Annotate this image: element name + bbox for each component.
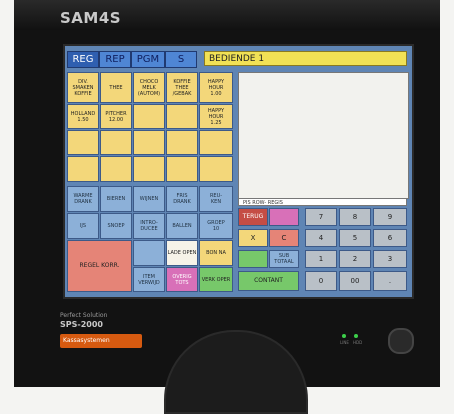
green-blank-key[interactable] <box>238 250 268 268</box>
plu-pitcher[interactable]: PITCHER 12.00 <box>100 104 132 129</box>
x-multiply-button[interactable]: X <box>238 229 268 247</box>
plu-happy-hour-125[interactable]: HAPPY HOUR 1.25 <box>199 104 233 129</box>
plu-thee[interactable]: THEE <box>100 72 132 103</box>
info-bar: PIS ROW- REGIS <box>238 198 407 206</box>
plu-holland[interactable]: HOLLAND 1.50 <box>67 104 99 129</box>
cat-ijs[interactable]: IJS <box>67 213 99 239</box>
plu-empty-r4c1[interactable] <box>67 156 99 182</box>
tab-s[interactable]: S <box>165 51 197 68</box>
operator-display: BEDIENDE 1 <box>204 51 407 66</box>
model-small-label: Perfect Solution <box>60 312 108 319</box>
clear-button[interactable]: C <box>269 229 299 247</box>
plu-koffie-thee-gebak[interactable]: KOFFIE THEE/GEBAK <box>166 72 198 103</box>
item-void-button[interactable]: ITEM VERWIJD <box>133 267 165 292</box>
model-label: SPS-2000 <box>60 320 103 329</box>
plu-div-smaken-koffie[interactable]: DIV. SMAKEN KOFFIE <box>67 72 99 103</box>
cat-introducee[interactable]: INTRO- DUCEE <box>133 213 165 239</box>
key-5[interactable]: 5 <box>339 229 371 247</box>
terug-button[interactable]: TERUG <box>238 208 268 226</box>
cat-wijnen[interactable]: WIJNEN <box>133 186 165 212</box>
plu-empty-r3c2[interactable] <box>100 130 132 155</box>
contant-button[interactable]: CONTANT <box>238 271 299 291</box>
plu-empty-r3c5[interactable] <box>199 130 233 155</box>
lower-dial-housing <box>164 330 308 414</box>
cat-snoep[interactable]: SNOEP <box>100 213 132 239</box>
led-label-hdd: HDD <box>353 340 363 345</box>
cat-reuken[interactable]: REU- KEN <box>199 186 233 212</box>
brand-logo: SAM4S <box>60 9 122 27</box>
cat-groep-10[interactable]: GROEP 10 <box>199 213 233 239</box>
led-label-line: LINE <box>340 340 349 345</box>
plu-choco-melk[interactable]: CHOCO MELK (AUTOM) <box>133 72 165 103</box>
key-1[interactable]: 1 <box>305 250 337 268</box>
plu-empty-1[interactable] <box>133 104 165 129</box>
overig-totaal-button[interactable]: OVERIG TOTS <box>166 267 198 292</box>
power-button[interactable] <box>388 328 414 354</box>
regel-korr-button[interactable]: REGEL KORR. <box>67 240 132 292</box>
plu-empty-r4c2[interactable] <box>100 156 132 182</box>
magenta-blank-key[interactable] <box>269 208 299 226</box>
touch-screen: REG REP PGM S BEDIENDE 1 DIV. SMAKEN KOFFI… <box>63 44 414 299</box>
plu-happy-hour-100[interactable]: HAPPY HOUR 1.00 <box>199 72 233 103</box>
subtotaal-button[interactable]: SUB TOTAAL <box>269 250 299 268</box>
key-7[interactable]: 7 <box>305 208 337 226</box>
key-2[interactable]: 2 <box>339 250 371 268</box>
verk-oper-button[interactable]: VERK OPER <box>199 267 233 292</box>
receipt-display <box>238 72 409 199</box>
key-00[interactable]: 00 <box>339 271 371 291</box>
plu-empty-r4c4[interactable] <box>166 156 198 182</box>
tab-pgm[interactable]: PGM <box>131 51 165 68</box>
cat-bieren[interactable]: BIEREN <box>100 186 132 212</box>
key-decimal[interactable]: . <box>373 271 407 291</box>
dealer-sticker: Kassasystemen <box>60 334 142 348</box>
key-8[interactable]: 8 <box>339 208 371 226</box>
plu-empty-2[interactable] <box>166 104 198 129</box>
key-0[interactable]: 0 <box>305 271 337 291</box>
key-3[interactable]: 3 <box>373 250 407 268</box>
cat-ballen[interactable]: BALLEN <box>166 213 198 239</box>
bon-na-button[interactable]: BON NA <box>199 240 233 266</box>
tab-reg[interactable]: REG <box>67 51 99 68</box>
tab-rep[interactable]: REP <box>99 51 131 68</box>
plu-empty-r4c5[interactable] <box>199 156 233 182</box>
status-led-hdd <box>354 334 358 338</box>
pos-terminal: SAM4S REG REP PGM S BEDIENDE 1 DIV. SMAKE… <box>14 0 440 414</box>
status-led-line <box>342 334 346 338</box>
key-6[interactable]: 6 <box>373 229 407 247</box>
lade-open-button[interactable]: LADE OPEN <box>166 240 198 266</box>
plu-empty-r3c1[interactable] <box>67 130 99 155</box>
key-4[interactable]: 4 <box>305 229 337 247</box>
plu-empty-r3c3[interactable] <box>133 130 165 155</box>
function-empty[interactable] <box>133 240 165 266</box>
key-9[interactable]: 9 <box>373 208 407 226</box>
cat-warme-drank[interactable]: WARME DRANK <box>67 186 99 212</box>
cat-fris-drank[interactable]: FRIS DRANK <box>166 186 198 212</box>
plu-empty-r3c4[interactable] <box>166 130 198 155</box>
plu-empty-r4c3[interactable] <box>133 156 165 182</box>
